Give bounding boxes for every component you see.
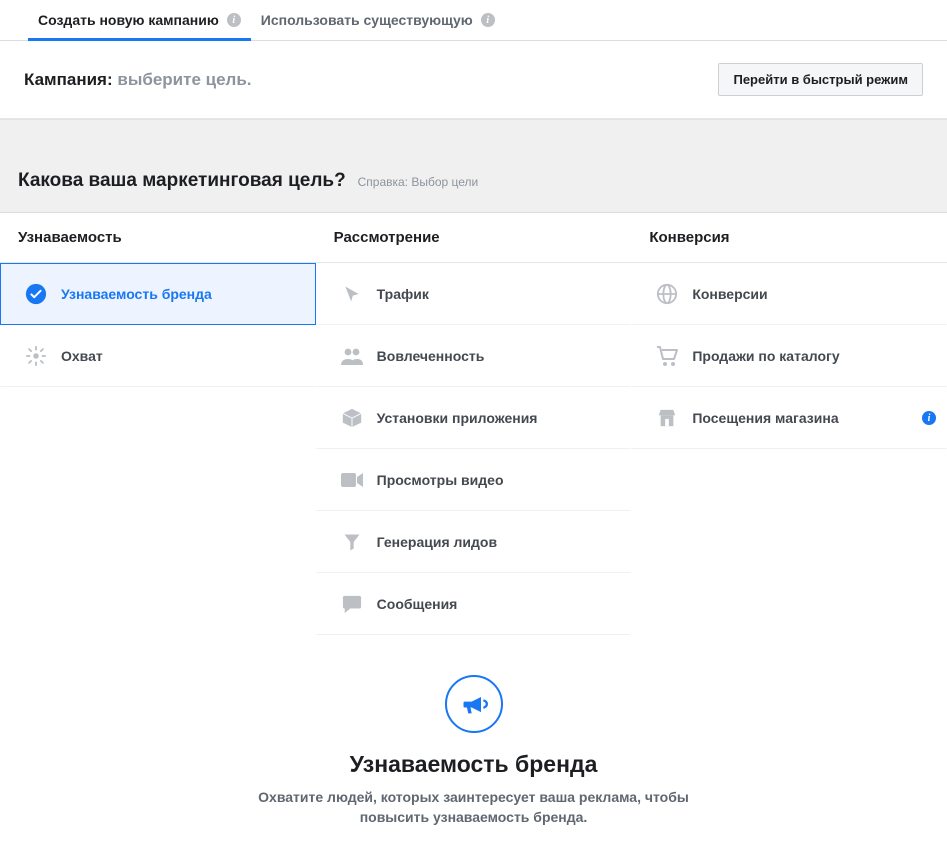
tab-label: Создать новую кампанию xyxy=(38,12,219,28)
goal-grid: Узнаваемость Узнаваемость бренда Охват Р… xyxy=(0,212,947,635)
question-bar: Какова ваша маркетинговая цель? Справка:… xyxy=(0,119,947,212)
video-icon xyxy=(335,471,369,489)
campaign-label: Кампания: выберите цель. xyxy=(24,70,252,90)
selected-goal-detail: Узнаваемость бренда Охватите людей, кото… xyxy=(0,635,947,847)
goal-label: Просмотры видео xyxy=(377,472,504,488)
column-consideration: Рассмотрение Трафик Вовлеченность Устано… xyxy=(316,213,632,635)
info-icon[interactable]: i xyxy=(922,411,936,425)
tab-use-existing[interactable]: Использовать существующую i xyxy=(251,0,505,40)
help-link[interactable]: Справка: Выбор цели xyxy=(358,175,479,189)
goal-label: Конверсии xyxy=(692,286,767,302)
goal-label: Генерация лидов xyxy=(377,534,497,550)
cursor-icon xyxy=(335,284,369,304)
tab-label: Использовать существующую xyxy=(261,12,473,28)
goal-label: Продажи по каталогу xyxy=(692,348,839,364)
cart-icon xyxy=(650,345,684,367)
goal-label: Сообщения xyxy=(377,596,458,612)
reach-icon xyxy=(19,345,53,367)
goal-label: Трафик xyxy=(377,286,429,302)
goal-lead-gen[interactable]: Генерация лидов xyxy=(316,511,632,573)
column-conversion: Конверсия Конверсии Продажи по каталогу … xyxy=(631,213,947,635)
column-header: Конверсия xyxy=(631,213,947,263)
store-icon xyxy=(650,408,684,428)
goal-label: Охват xyxy=(61,348,103,364)
goal-video-views[interactable]: Просмотры видео xyxy=(316,449,632,511)
fast-mode-button[interactable]: Перейти в быстрый режим xyxy=(718,63,923,96)
campaign-hint: выберите цель. xyxy=(117,70,251,89)
detail-description: Охватите людей, которых заинтересует ваш… xyxy=(234,788,714,827)
goal-reach[interactable]: Охват xyxy=(0,325,316,387)
goal-label: Посещения магазина xyxy=(692,410,838,426)
goal-label: Вовлеченность xyxy=(377,348,485,364)
column-awareness: Узнаваемость Узнаваемость бренда Охват xyxy=(0,213,316,635)
people-icon xyxy=(335,346,369,366)
info-icon: i xyxy=(227,13,241,27)
goal-brand-awareness[interactable]: Узнаваемость бренда xyxy=(0,263,316,325)
megaphone-icon xyxy=(445,675,503,733)
goal-store-visits[interactable]: Посещения магазина i xyxy=(631,387,947,449)
info-icon: i xyxy=(481,13,495,27)
goal-messages[interactable]: Сообщения xyxy=(316,573,632,635)
funnel-icon xyxy=(335,532,369,552)
globe-icon xyxy=(650,283,684,305)
goal-app-installs[interactable]: Установки приложения xyxy=(316,387,632,449)
goal-traffic[interactable]: Трафик xyxy=(316,263,632,325)
subheader-bar: Кампания: выберите цель. Перейти в быстр… xyxy=(0,41,947,119)
box-icon xyxy=(335,407,369,429)
detail-title: Узнаваемость бренда xyxy=(20,751,927,778)
campaign-label-text: Кампания: xyxy=(24,70,113,89)
goal-conversions[interactable]: Конверсии xyxy=(631,263,947,325)
column-header: Рассмотрение xyxy=(316,213,632,263)
chat-icon xyxy=(335,594,369,614)
column-header: Узнаваемость xyxy=(0,213,316,263)
top-tabs: Создать новую кампанию i Использовать су… xyxy=(0,0,947,41)
goal-label: Установки приложения xyxy=(377,410,538,426)
goal-engagement[interactable]: Вовлеченность xyxy=(316,325,632,387)
question-title: Какова ваша маркетинговая цель? xyxy=(18,170,346,191)
goal-catalog-sales[interactable]: Продажи по каталогу xyxy=(631,325,947,387)
check-icon xyxy=(19,283,53,305)
tab-create-campaign[interactable]: Создать новую кампанию i xyxy=(28,0,251,40)
goal-label: Узнаваемость бренда xyxy=(61,286,212,302)
